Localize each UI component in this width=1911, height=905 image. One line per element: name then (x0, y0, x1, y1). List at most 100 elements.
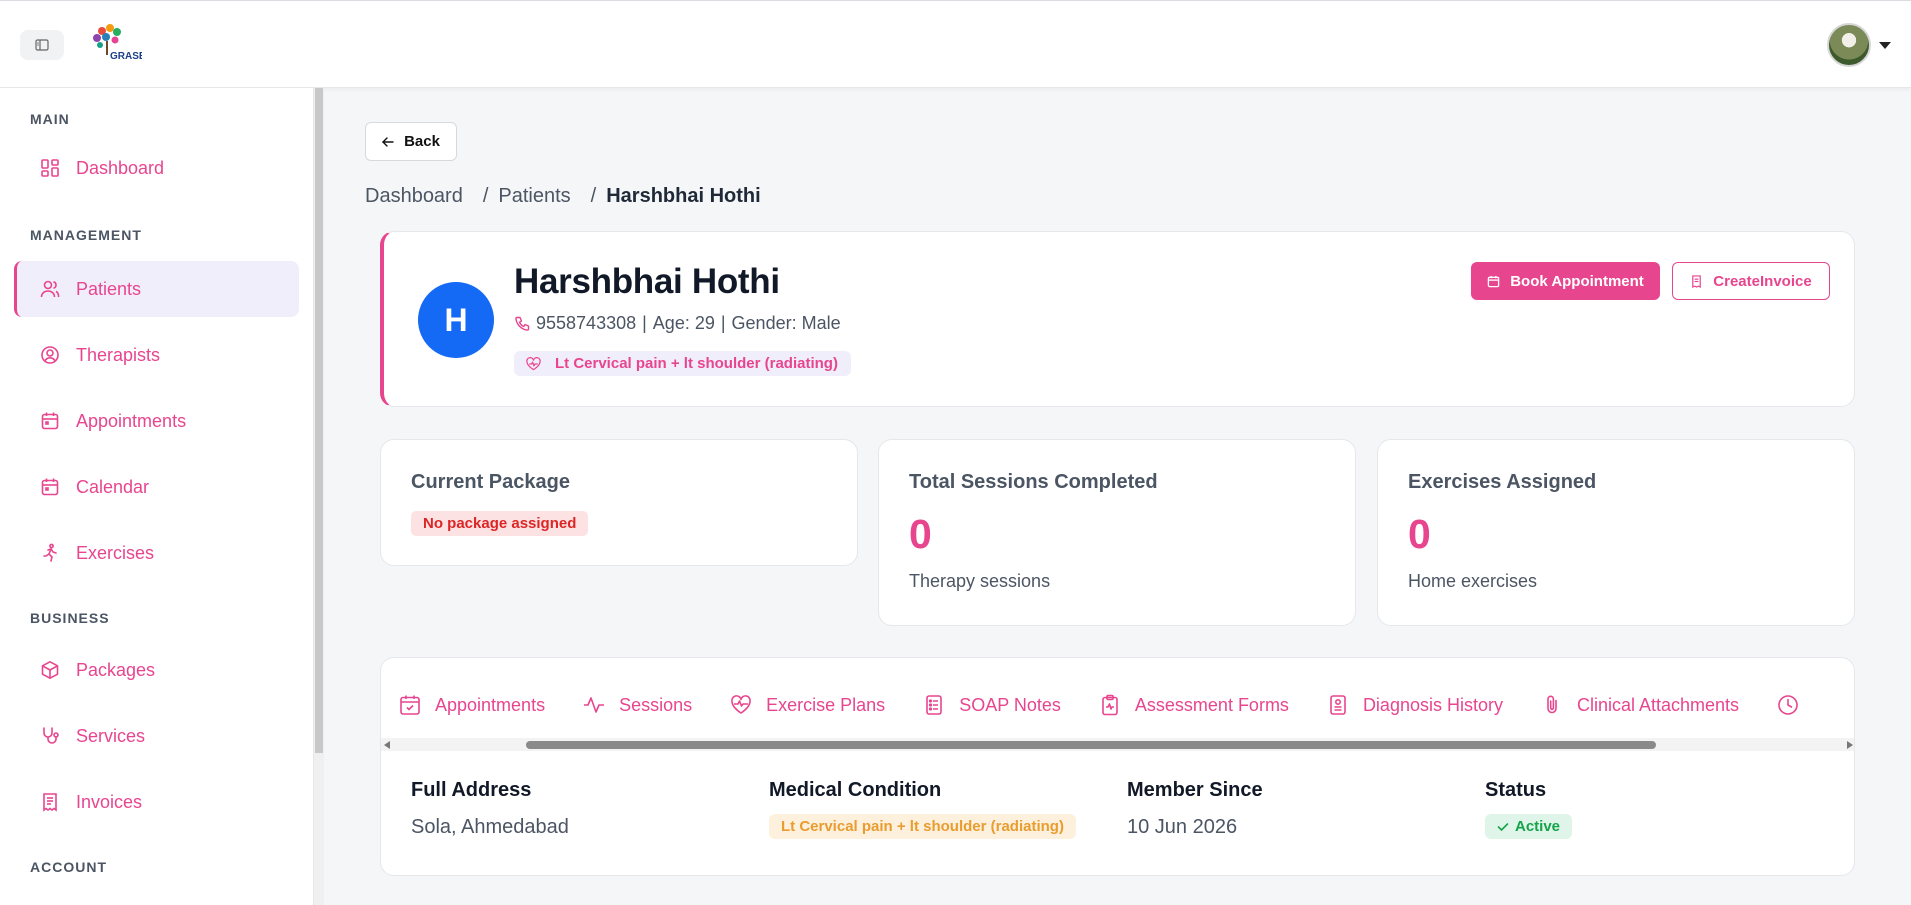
tab-appointments[interactable]: Appointments (399, 694, 545, 716)
sidebar-item-label: Calendar (76, 476, 150, 497)
patient-meta: 9558743308 | Age: 29 | Gender: Male (514, 313, 841, 334)
grid-icon (41, 159, 59, 177)
user-circle-icon (41, 346, 59, 364)
sidebar-item-label: Dashboard (76, 157, 165, 178)
svg-text:GRASE: GRASE (110, 51, 142, 61)
sidebar-toggle-icon (35, 39, 49, 51)
back-button-label: Back (404, 133, 440, 150)
sidebar-item-patients[interactable]: Patients (14, 261, 299, 317)
sidebar-item-invoices[interactable]: Invoices (14, 774, 299, 830)
scroll-right-arrow-icon[interactable] (1847, 741, 1853, 749)
check-icon (1497, 822, 1509, 831)
section-title-main: MAIN (30, 111, 70, 127)
patient-details-card: Appointments Sessions Exercise Plans SOA… (380, 657, 1855, 876)
breadcrumb-separator: / (590, 185, 597, 207)
users-icon (40, 280, 60, 298)
tab-sessions[interactable]: Sessions (583, 694, 692, 716)
grase-logo[interactable]: GRASE (86, 23, 142, 61)
patient-avatar: H (418, 282, 494, 358)
info-member-since: Member Since 10 Jun 2026 (1127, 779, 1263, 839)
sidebar-item-services[interactable]: Services (14, 708, 299, 764)
medical-condition-label: Medical Condition (769, 779, 942, 801)
medical-condition-badge: Lt Cervical pain + lt shoulder (radiatin… (769, 814, 1076, 839)
user-avatar[interactable] (1827, 23, 1871, 67)
tab-more-history[interactable] (1777, 694, 1799, 716)
clock-icon (1778, 695, 1798, 715)
section-title-business: BUSINESS (30, 610, 110, 626)
sidebar-toggle-button[interactable] (20, 30, 64, 60)
sidebar-item-therapists[interactable]: Therapists (14, 327, 299, 383)
sidebar-item-exercises[interactable]: Exercises (14, 525, 299, 581)
tabs-scrollbar-thumb[interactable] (526, 741, 1656, 749)
patient-phone: 9558743308 (536, 313, 637, 333)
back-button[interactable]: Back (365, 122, 457, 161)
patient-condition-text: Lt Cervical pain + lt shoulder (radiatin… (555, 355, 838, 372)
notes-icon (926, 695, 942, 715)
heart-pulse-icon (526, 356, 541, 370)
exercises-assigned-value: 0 (1408, 511, 1431, 557)
sidebar-item-appointments[interactable]: Appointments (14, 393, 299, 449)
tab-label: Sessions (619, 694, 693, 715)
patient-tabs: Appointments Sessions Exercise Plans SOA… (399, 694, 1837, 716)
user-menu[interactable] (1827, 23, 1891, 67)
create-invoice-button[interactable]: CreateInvoice (1672, 262, 1830, 300)
tabs-horizontal-scrollbar[interactable] (381, 738, 1854, 751)
sessions-completed-value: 0 (909, 511, 932, 557)
tab-soap-notes[interactable]: SOAP Notes (923, 694, 1061, 716)
sidebar-item-dashboard[interactable]: Dashboard (14, 140, 299, 196)
sidebar-item-packages[interactable]: Packages (14, 642, 299, 698)
running-icon (43, 543, 57, 562)
patient-name: Harshbhai Hothi (514, 262, 780, 301)
sidebar-item-calendar[interactable]: Calendar (14, 459, 299, 515)
create-invoice-label: CreateInvoice (1713, 272, 1812, 290)
sidebar-item-label: Exercises (76, 542, 155, 563)
address-label: Full Address (411, 779, 532, 801)
tab-label: Exercise Plans (766, 694, 886, 715)
section-title-account: ACCOUNT (30, 859, 107, 875)
patient-profile-card: H Harshbhai Hothi 9558743308 | Age: 29 |… (380, 231, 1855, 407)
info-address: Full Address Sola, Ahmedabad (411, 779, 569, 839)
meta-divider: | (720, 313, 726, 333)
info-medical-condition: Medical Condition Lt Cervical pain + lt … (769, 779, 1076, 839)
exercises-assigned-title: Exercises Assigned (1408, 471, 1597, 493)
tab-assessment-forms[interactable]: Assessment Forms (1099, 694, 1289, 716)
sidebar-scrollbar[interactable] (314, 88, 324, 905)
sidebar: MAIN Dashboard MANAGEMENT Patients Thera… (0, 88, 314, 905)
current-package-card: Current Package No package assigned (380, 439, 858, 566)
tab-exercise-plans[interactable]: Exercise Plans (730, 694, 885, 716)
tab-diagnosis-history[interactable]: Diagnosis History (1327, 694, 1503, 716)
book-appointment-label: Book Appointment (1510, 272, 1644, 290)
sidebar-item-label: Invoices (76, 791, 143, 812)
breadcrumb-patients[interactable]: Patients (498, 185, 570, 208)
phone-icon (515, 316, 530, 331)
meta-divider: | (642, 313, 647, 333)
calendar-icon (41, 412, 59, 430)
member-since-label: Member Since (1127, 779, 1263, 801)
patient-gender: Gender: Male (731, 313, 841, 333)
sidebar-scrollbar-thumb[interactable] (315, 88, 323, 753)
breadcrumb-dashboard[interactable]: Dashboard (365, 185, 463, 208)
receipt-icon (1692, 274, 1702, 288)
book-appointment-button[interactable]: Book Appointment (1471, 262, 1660, 300)
tab-label: Assessment Forms (1134, 694, 1289, 715)
breadcrumb-current: Harshbhai Hothi (606, 185, 761, 207)
section-title-management: MANAGEMENT (30, 227, 142, 243)
file-icon (1330, 695, 1346, 715)
tab-label: Appointments (435, 694, 546, 715)
member-since-value: 10 Jun 2026 (1127, 816, 1238, 838)
breadcrumb: Dashboard / Patients / Harshbhai Hothi (365, 185, 761, 208)
scroll-left-arrow-icon[interactable] (384, 741, 390, 749)
sidebar-item-label: Appointments (76, 410, 187, 431)
calendar-check-icon (400, 695, 420, 715)
patient-age: Age: 29 (652, 313, 715, 333)
breadcrumb-separator: / (482, 185, 489, 207)
chevron-down-icon[interactable] (1879, 41, 1891, 49)
no-package-badge: No package assigned (411, 511, 589, 536)
sidebar-item-label: Therapists (76, 344, 161, 365)
tab-label: Clinical Attachments (1576, 694, 1740, 715)
sidebar-item-label: Packages (76, 659, 156, 680)
exercises-assigned-card: Exercises Assigned 0 Home exercises (1377, 439, 1855, 626)
tab-clinical-attachments[interactable]: Clinical Attachments (1541, 694, 1739, 716)
stethoscope-icon (43, 727, 59, 744)
box-icon (41, 661, 59, 679)
